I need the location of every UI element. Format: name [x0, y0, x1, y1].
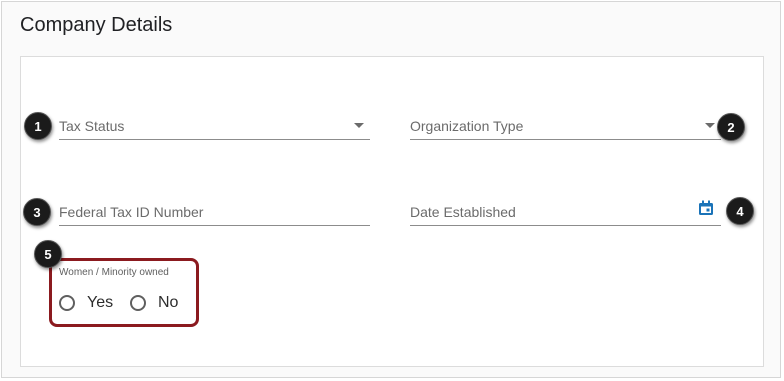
ownership-label: Women / Minority owned — [59, 267, 169, 278]
organization-type-label: Organization Type — [410, 118, 524, 134]
radio-circle-icon — [59, 295, 75, 311]
caret-down-icon — [354, 123, 364, 128]
tax-status-select[interactable]: Tax Status — [59, 110, 370, 140]
callout-badge-1: 1 — [24, 112, 52, 140]
radio-no-label: No — [158, 294, 179, 311]
radio-circle-icon — [130, 295, 146, 311]
date-established-input[interactable]: Date Established — [410, 196, 721, 226]
radio-yes-label: Yes — [87, 294, 114, 311]
ownership-no-radio[interactable]: No — [130, 292, 178, 314]
calendar-icon[interactable] — [698, 200, 714, 216]
ownership-yes-radio[interactable]: Yes — [59, 292, 113, 314]
federal-tax-id-input[interactable]: Federal Tax ID Number — [59, 196, 370, 226]
callout-badge-3: 3 — [23, 198, 51, 226]
caret-down-icon — [705, 123, 715, 128]
callout-badge-5: 5 — [34, 240, 62, 268]
federal-tax-id-label: Federal Tax ID Number — [59, 204, 204, 220]
callout-badge-4: 4 — [726, 197, 754, 225]
date-established-label: Date Established — [410, 204, 516, 220]
callout-badge-2: 2 — [717, 113, 745, 141]
organization-type-select[interactable]: Organization Type — [410, 110, 721, 140]
tax-status-label: Tax Status — [59, 118, 125, 134]
page-title: Company Details — [20, 14, 173, 36]
